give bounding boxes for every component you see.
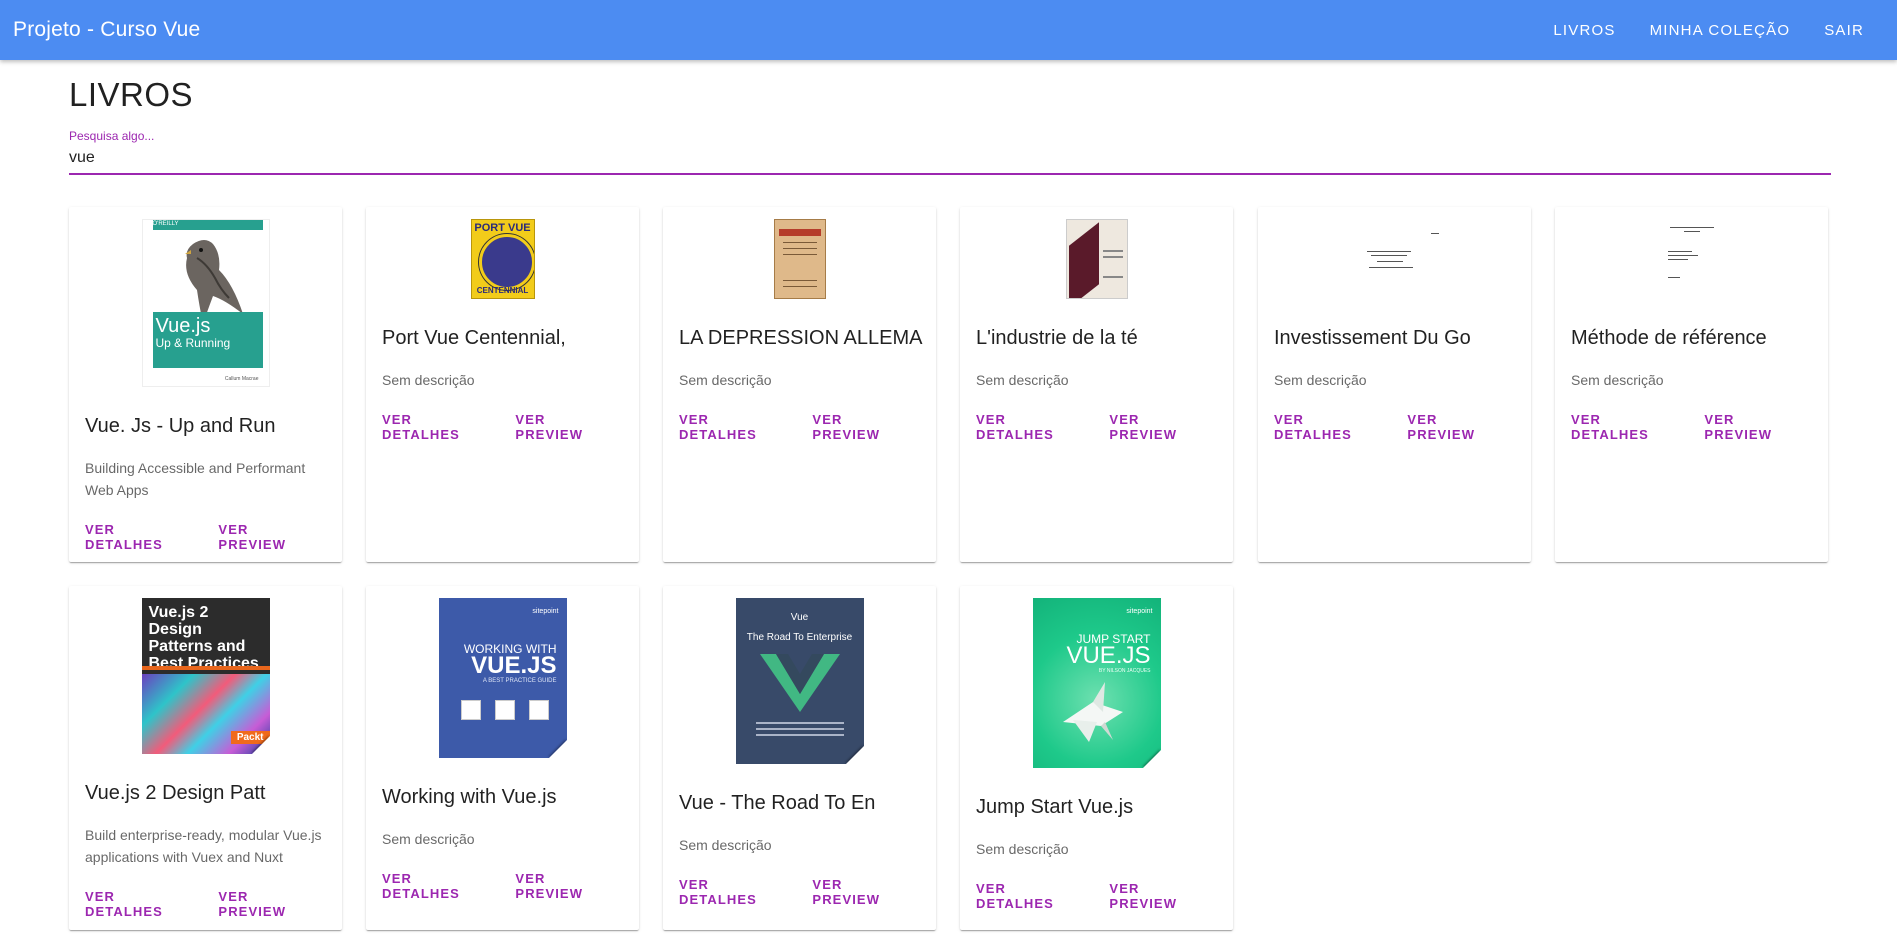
book-card: Méthode de référence Sem descrição VER D…: [1555, 207, 1828, 562]
book-description: Sem descrição: [1571, 372, 1664, 388]
book-title: Port Vue Centennial,: [382, 327, 566, 349]
paper-crane-illustration: [1062, 682, 1123, 742]
book-description: Sem descrição: [1274, 372, 1367, 388]
search-underline: [69, 173, 1831, 175]
book-card: Investissement Du Go Sem descrição VER D…: [1258, 207, 1531, 562]
ver-detalhes-button[interactable]: VER DETALHES: [1266, 409, 1390, 445]
ver-preview-button[interactable]: VER PREVIEW: [210, 886, 325, 922]
ver-preview-button[interactable]: VER PREVIEW: [507, 868, 622, 904]
book-card: PORT VUE CENTENNIAL Port Vue Centennial,…: [366, 207, 639, 562]
vue-logo-icon: [759, 654, 840, 712]
book-cover-image: Vue.js 2 Design Patterns and Best Practi…: [141, 598, 270, 754]
ver-preview-button[interactable]: VER PREVIEW: [804, 874, 919, 910]
book-title: Vue.js 2 Design Patt: [85, 782, 266, 804]
ver-preview-button[interactable]: VER PREVIEW: [1101, 878, 1216, 914]
ver-preview-button[interactable]: VER PREVIEW: [1101, 409, 1216, 445]
app-bar: Projeto - Curso Vue LIVROS MINHA COLEÇÃO…: [0, 0, 1897, 60]
book-title: Méthode de référence: [1571, 327, 1767, 349]
book-cover-image: sitepoint WORKING WITH VUE.JS A BEST PRA…: [438, 598, 567, 758]
search-input[interactable]: [69, 145, 1831, 171]
book-card: O'REILLY Vue.js Up & Running Callum Macr…: [69, 207, 342, 562]
ver-detalhes-button[interactable]: VER DETALHES: [77, 519, 201, 555]
main-content: LIVROS Pesquisa algo...: [69, 60, 1831, 175]
ver-detalhes-button[interactable]: VER DETALHES: [671, 409, 795, 445]
book-card: L'industrie de la té Sem descrição VER D…: [960, 207, 1233, 562]
book-card: Vue The Road To Enterprise Vue - The Roa…: [663, 586, 936, 930]
ver-preview-button[interactable]: VER PREVIEW: [507, 409, 622, 445]
book-cover-image: [1065, 219, 1128, 299]
page-title: LIVROS: [69, 76, 194, 113]
book-description: Sem descrição: [679, 372, 772, 388]
top-nav: LIVROS MINHA COLEÇÃO SAIR: [1536, 0, 1881, 60]
app-title: Projeto - Curso Vue: [13, 18, 201, 41]
ver-detalhes-button[interactable]: VER DETALHES: [671, 874, 795, 910]
ver-preview-button[interactable]: VER PREVIEW: [210, 519, 325, 555]
book-description: Sem descrição: [976, 372, 1069, 388]
nav-livros-button[interactable]: LIVROS: [1536, 0, 1632, 60]
ver-detalhes-button[interactable]: VER DETALHES: [968, 878, 1092, 914]
book-cover-image: Vue The Road To Enterprise: [735, 598, 864, 764]
nav-minha-colecao-button[interactable]: MINHA COLEÇÃO: [1633, 0, 1808, 60]
ver-detalhes-button[interactable]: VER DETALHES: [77, 886, 201, 922]
book-description: Sem descrição: [976, 841, 1069, 857]
book-title: Jump Start Vue.js: [976, 796, 1134, 818]
book-card: sitepoint JUMP START VUE.JS BY NILSON JA…: [960, 586, 1233, 930]
book-title: Investissement Du Go: [1274, 327, 1471, 349]
ver-preview-button[interactable]: VER PREVIEW: [1399, 409, 1514, 445]
book-cover-image: PORT VUE CENTENNIAL: [470, 219, 535, 299]
book-description: Build enterprise-ready, modular Vue.js a…: [85, 827, 322, 865]
book-cover-image: sitepoint JUMP START VUE.JS BY NILSON JA…: [1032, 598, 1161, 768]
book-card: LA DEPRESSION ALLEMA Sem descrição VER D…: [663, 207, 936, 562]
ver-detalhes-button[interactable]: VER DETALHES: [968, 409, 1092, 445]
book-card: Vue.js 2 Design Patterns and Best Practi…: [69, 586, 342, 930]
book-description: Sem descrição: [382, 372, 475, 388]
book-description: Sem descrição: [382, 831, 475, 847]
book-title: L'industrie de la té: [976, 327, 1138, 349]
book-cover-image: [1330, 219, 1459, 299]
book-description: Sem descrição: [679, 837, 772, 853]
search-field: Pesquisa algo...: [69, 129, 1831, 175]
book-description: Building Accessible and Performant Web A…: [85, 460, 306, 498]
nav-sair-button[interactable]: SAIR: [1807, 0, 1881, 60]
book-cover-image: O'REILLY Vue.js Up & Running Callum Macr…: [141, 219, 270, 387]
book-title: Vue - The Road To En: [679, 792, 876, 814]
book-cover-image: [1627, 219, 1756, 299]
ver-preview-button[interactable]: VER PREVIEW: [1696, 409, 1811, 445]
ver-detalhes-button[interactable]: VER DETALHES: [374, 409, 498, 445]
ver-detalhes-button[interactable]: VER DETALHES: [374, 868, 498, 904]
book-card: sitepoint WORKING WITH VUE.JS A BEST PRA…: [366, 586, 639, 930]
search-label: Pesquisa algo...: [69, 129, 155, 143]
ver-preview-button[interactable]: VER PREVIEW: [804, 409, 919, 445]
book-title: LA DEPRESSION ALLEMA: [679, 327, 923, 349]
book-title: Vue. Js - Up and Run: [85, 415, 276, 437]
book-cover-image: [773, 219, 826, 299]
ver-detalhes-button[interactable]: VER DETALHES: [1563, 409, 1687, 445]
book-title: Working with Vue.js: [382, 786, 557, 808]
